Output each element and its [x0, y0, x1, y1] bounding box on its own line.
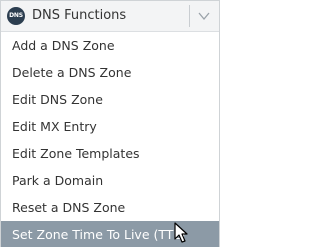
dns-functions-header[interactable]: DNS DNS Functions	[1, 1, 219, 32]
menu-item-edit-zone-templates[interactable]: Edit Zone Templates	[1, 140, 219, 167]
dns-functions-menu: Add a DNS Zone Delete a DNS Zone Edit DN…	[1, 32, 219, 247]
panel-title: DNS Functions	[32, 8, 127, 23]
header-divider	[189, 5, 190, 27]
menu-item-delete-dns-zone[interactable]: Delete a DNS Zone	[1, 59, 219, 86]
dns-logo-icon: DNS	[7, 7, 25, 25]
menu-item-reset-dns-zone[interactable]: Reset a DNS Zone	[1, 194, 219, 221]
menu-item-park-domain[interactable]: Park a Domain	[1, 167, 219, 194]
chevron-down-icon[interactable]	[198, 11, 210, 21]
dns-functions-panel: DNS DNS Functions Add a DNS Zone Delete …	[0, 0, 220, 247]
menu-item-edit-dns-zone[interactable]: Edit DNS Zone	[1, 86, 219, 113]
menu-item-add-dns-zone[interactable]: Add a DNS Zone	[1, 32, 219, 59]
mouse-pointer-icon	[174, 222, 188, 243]
menu-item-edit-mx-entry[interactable]: Edit MX Entry	[1, 113, 219, 140]
dns-logo-text: DNS	[9, 12, 23, 19]
